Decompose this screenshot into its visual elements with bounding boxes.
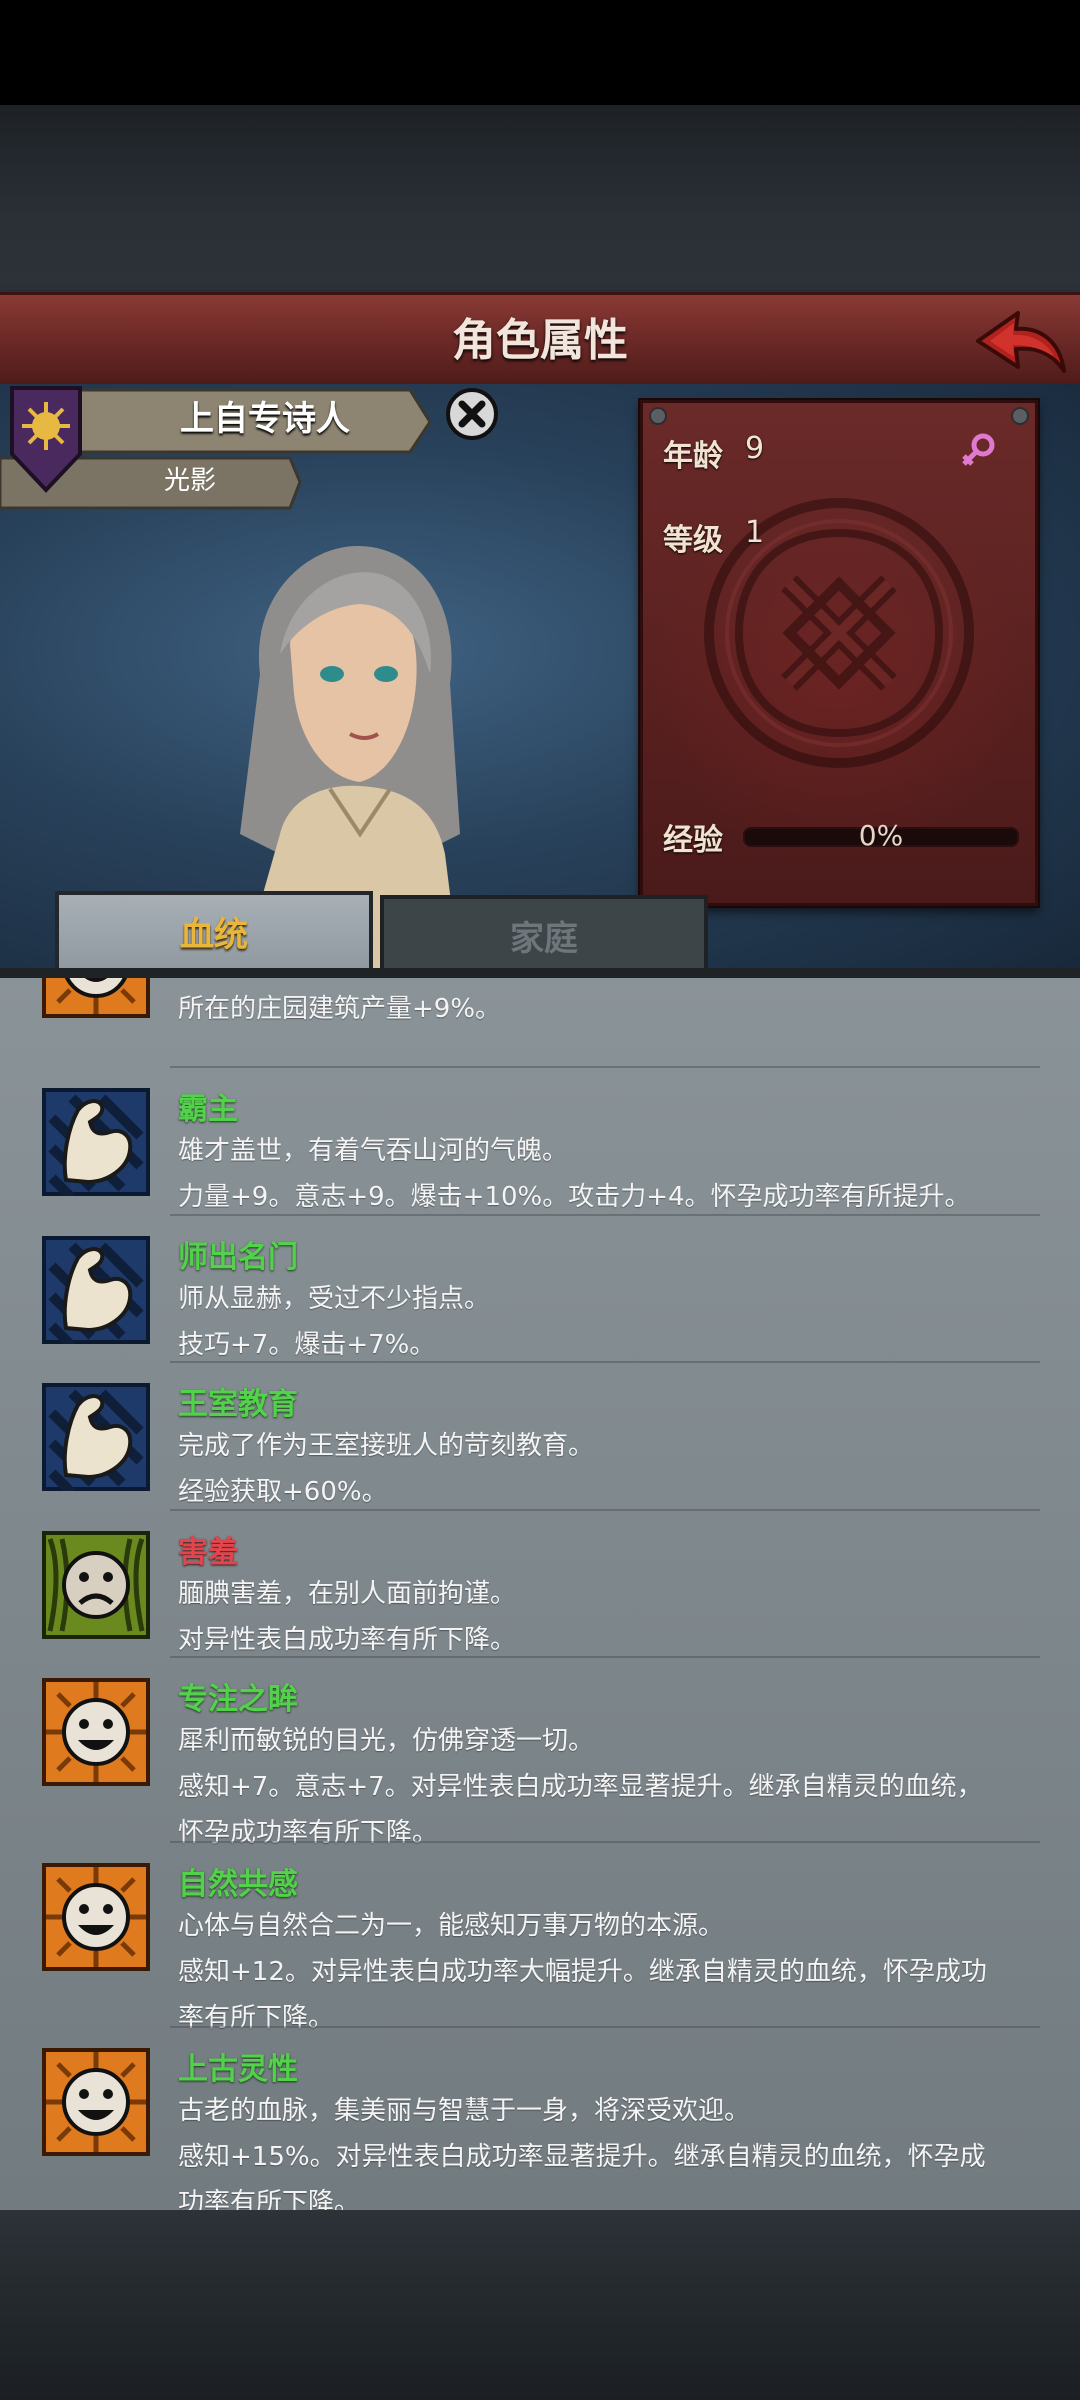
age-label: 年龄	[663, 439, 723, 474]
trait-description-line: 对异性表白成功率有所下降。	[178, 1625, 517, 1655]
trait-description-line: 怀孕成功率有所下降。	[178, 1818, 439, 1848]
trait-name: 王室教育	[178, 1387, 298, 1422]
status-bar	[0, 0, 1080, 105]
female-gender-icon	[962, 433, 995, 466]
trait-description-line: 力量+9。意志+9。爆击+10%。攻击力+4。怀孕成功率有所提升。	[178, 1182, 971, 1212]
trait-name: 霸主	[178, 1092, 238, 1127]
muscle-arm-icon	[42, 1236, 150, 1350]
house-crest-icon	[10, 386, 82, 493]
tab-bar: 家庭 血统	[0, 891, 1080, 983]
character-subtitle: 光影	[163, 466, 216, 496]
level-value: 1	[745, 515, 765, 550]
back-arrow-icon[interactable]	[960, 301, 1070, 383]
muscle-arm-icon	[42, 1383, 150, 1497]
header-bar: 角色属性	[0, 292, 1080, 391]
row-divider	[170, 1361, 1040, 1363]
age-value: 9	[745, 431, 765, 466]
trait-description-line: 雄才盖世，有着气吞山河的气魄。	[178, 1136, 569, 1166]
close-icon[interactable]	[444, 386, 500, 442]
trait-description-line: 所在的庄园建筑产量+9%。	[178, 994, 502, 1024]
page-title: 角色属性	[452, 315, 628, 366]
tab-strip	[0, 968, 1080, 978]
trait-description-line: 心体与自然合二为一，能感知万事万物的本源。	[178, 1911, 725, 1941]
row-divider	[170, 1214, 1040, 1216]
trait-name: 专注之眸	[178, 1682, 298, 1717]
trait-description-line: 腼腆害羞，在别人面前拘谨。	[178, 1579, 517, 1609]
trait-list[interactable]: 所在的庄园建筑产量+9%。霸主雄才盖世，有着气吞山河的气魄。力量+9。意志+9。…	[0, 978, 1080, 2210]
exp-label: 经验	[663, 823, 723, 858]
row-divider	[170, 2026, 1040, 2028]
row-divider	[170, 1066, 1040, 1068]
trait-description-line: 经验获取+60%。	[178, 1477, 388, 1507]
trait-description-line: 技巧+7。爆击+7%。	[178, 1330, 436, 1360]
trait-description-line: 功率有所下降。	[178, 2188, 361, 2210]
exp-progress-bar: 0%	[743, 819, 1019, 852]
happy-face-icon	[42, 1678, 150, 1786]
trait-description-line: 率有所下降。	[178, 2003, 335, 2033]
trait-description-line: 古老的血脉，集美丽与智慧于一身，将深受欢迎。	[178, 2096, 751, 2126]
trait-description-line: 犀利而敏锐的目光，仿佛穿透一切。	[178, 1726, 595, 1756]
sad-face-icon	[42, 1531, 150, 1639]
top-background	[0, 105, 1080, 295]
trait-description-line: 感知+7。意志+7。对异性表白成功率显著提升。继承自精灵的血统，	[178, 1772, 983, 1802]
exp-value: 0%	[858, 819, 904, 852]
trait-description-line: 完成了作为王室接班人的苛刻教育。	[178, 1431, 595, 1461]
sun-face-icon	[42, 978, 150, 1018]
stats-panel: 年龄 9 等级 1 经验 0%	[640, 400, 1038, 906]
trait-name: 上古灵性	[178, 2052, 298, 2087]
happy-face-icon	[42, 2048, 150, 2156]
character-name: 上自专诗人	[180, 399, 350, 439]
trait-description-line: 感知+12。对异性表白成功率大幅提升。继承自精灵的血统，怀孕成功	[178, 1957, 987, 1987]
trait-name: 害羞	[178, 1535, 238, 1570]
rivet	[649, 407, 667, 425]
trait-description-line: 感知+15%。对异性表白成功率显著提升。继承自精灵的血统，怀孕成	[178, 2142, 986, 2172]
rivet	[1011, 407, 1029, 425]
bottom-background	[0, 2210, 1080, 2400]
row-divider	[170, 1841, 1040, 1843]
muscle-arm-icon	[42, 1088, 150, 1202]
trait-name: 自然共感	[178, 1867, 298, 1902]
level-label: 等级	[663, 523, 723, 558]
trait-name: 师出名门	[178, 1240, 298, 1275]
celtic-knot-emblem	[704, 498, 974, 768]
trait-description-line: 师从显赫，受过不少指点。	[178, 1284, 491, 1314]
row-divider	[170, 1509, 1040, 1511]
happy-face-icon	[42, 1863, 150, 1971]
row-divider	[170, 1656, 1040, 1658]
